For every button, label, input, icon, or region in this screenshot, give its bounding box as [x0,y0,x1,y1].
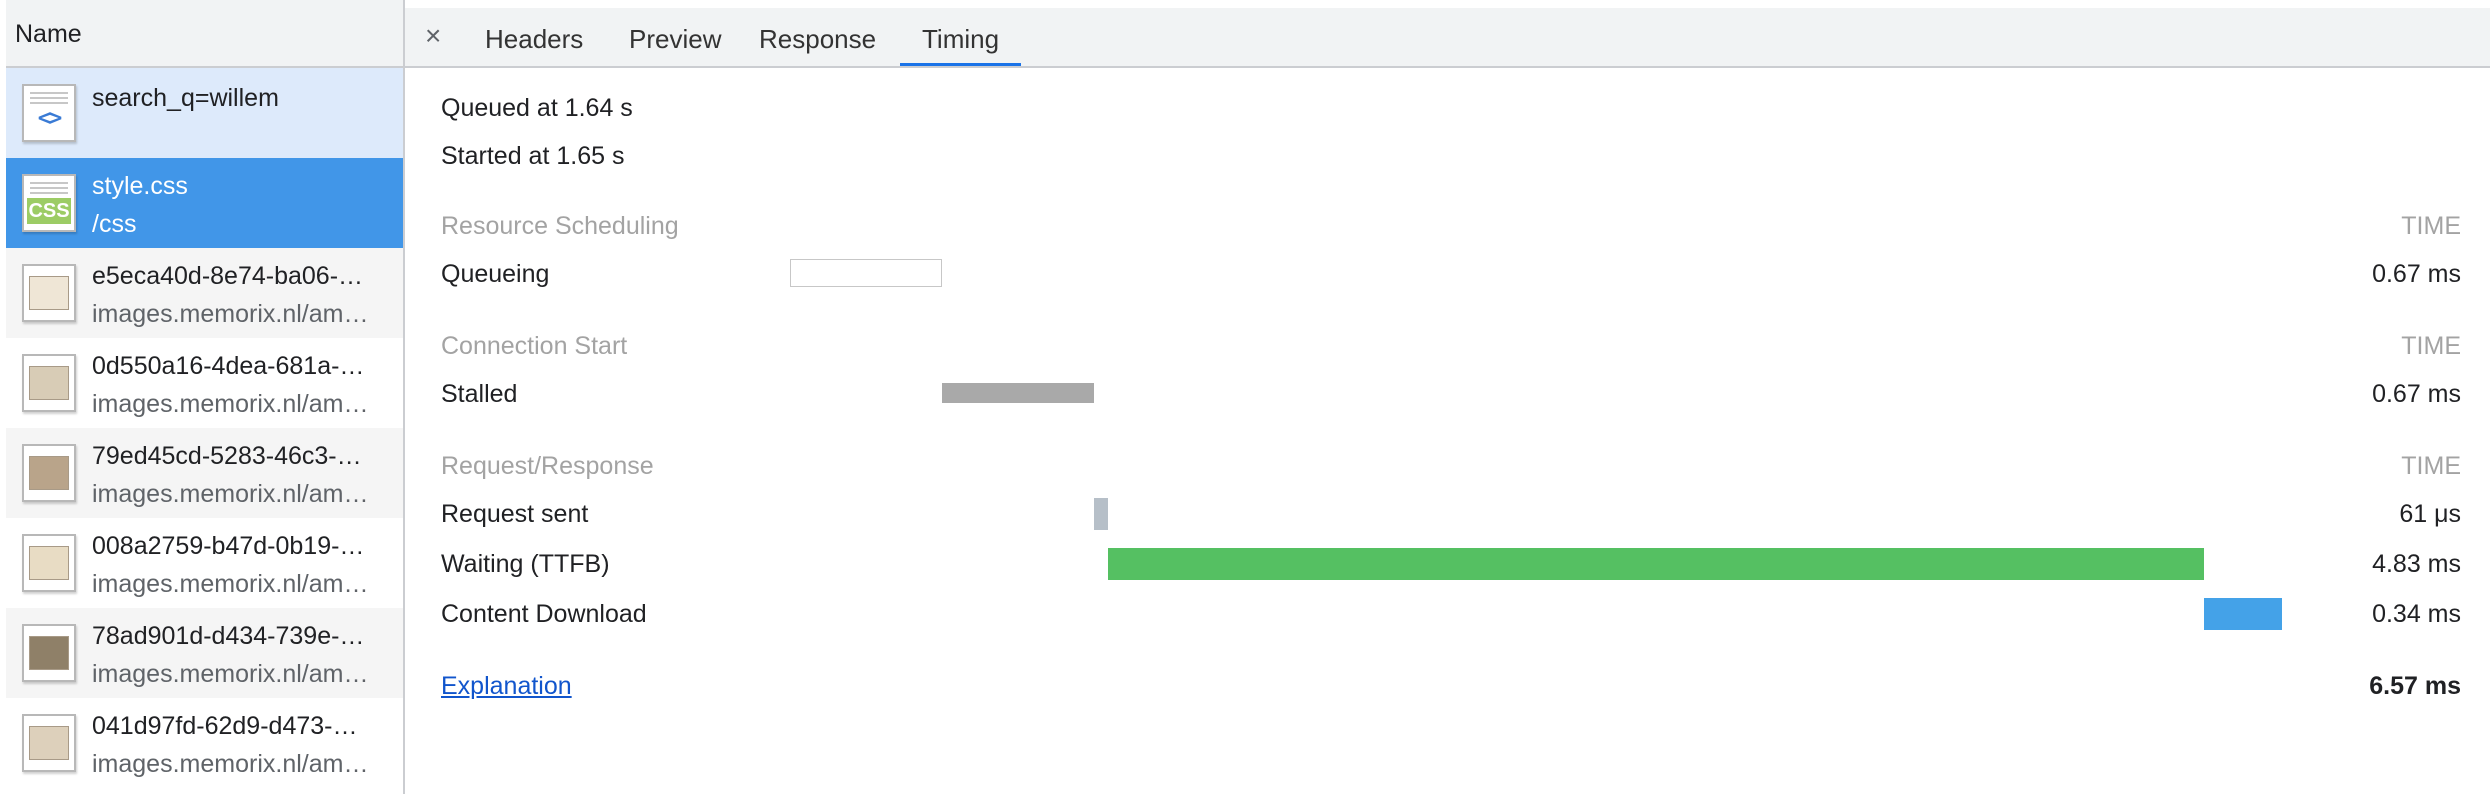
devtools-network-panel: Name <> search_q=willem CSS style.css /c… [0,0,2490,794]
time-column-header: TIME [2401,452,2461,480]
request-details-panel: × Headers Preview Response Timing Queued… [405,0,2490,794]
stalled-label: Stalled [441,380,518,408]
request-path: images.memorix.nl/am… [92,660,369,688]
image-icon [22,714,76,772]
time-column-header: TIME [2401,212,2461,240]
request-row-selected[interactable]: CSS style.css /css [6,158,403,248]
tab-headers[interactable]: Headers [463,8,605,66]
request-name: 78ad901d-d434-739e-… [92,622,365,650]
request-name: 008a2759-b47d-0b19-… [92,532,365,560]
stalled-value: 0.67 ms [2372,380,2461,408]
request-name: search_q=willem [92,84,279,112]
section-resource-scheduling: Resource Scheduling [441,212,679,240]
request-row[interactable]: 0d550a16-4dea-681a-… images.memorix.nl/a… [6,338,403,428]
request-sent-bar [1094,498,1108,530]
image-icon [22,354,76,412]
waiting-ttfb-bar [1108,548,2204,580]
request-name: 0d550a16-4dea-681a-… [92,352,365,380]
close-icon[interactable]: × [425,18,441,54]
section-connection-start: Connection Start [441,332,628,360]
image-icon [22,624,76,682]
request-path: /css [92,210,137,238]
waiting-ttfb-label: Waiting (TTFB) [441,550,610,578]
request-row[interactable]: 008a2759-b47d-0b19-… images.memorix.nl/a… [6,518,403,608]
request-sent-value: 61 μs [2399,500,2461,528]
request-path: images.memorix.nl/am… [92,480,369,508]
content-download-bar [2204,598,2282,630]
image-icon [22,264,76,322]
time-column-header: TIME [2401,332,2461,360]
section-request-response: Request/Response [441,452,654,480]
waiting-ttfb-value: 4.83 ms [2372,550,2461,578]
stalled-bar [942,383,1094,403]
content-download-value: 0.34 ms [2372,600,2461,628]
request-list: Name <> search_q=willem CSS style.css /c… [6,0,405,794]
request-row[interactable]: 79ed45cd-5283-46c3-… images.memorix.nl/a… [6,428,403,518]
content-download-label: Content Download [441,600,647,628]
request-name: 041d97fd-62d9-d473-… [92,712,358,740]
html-icon: <> [22,84,76,142]
image-icon [22,444,76,502]
image-icon [22,534,76,592]
queueing-bar [790,259,942,287]
total-time-value: 6.57 ms [2369,672,2461,700]
request-row[interactable]: 041d97fd-62d9-d473-… images.memorix.nl/a… [6,698,403,788]
name-column-header[interactable]: Name [6,0,403,68]
tab-timing[interactable]: Timing [900,8,1022,66]
request-name: style.css [92,172,188,200]
tab-response[interactable]: Response [737,8,898,66]
request-name: 79ed45cd-5283-46c3-… [92,442,362,470]
started-at-text: Started at 1.65 s [441,142,625,170]
tab-preview[interactable]: Preview [607,8,743,66]
details-tabbar: × Headers Preview Response Timing [405,8,2490,68]
request-row[interactable]: 78ad901d-d434-739e-… images.memorix.nl/a… [6,608,403,698]
request-path: images.memorix.nl/am… [92,390,369,418]
request-row[interactable]: e5eca40d-8e74-ba06-… images.memorix.nl/a… [6,248,403,338]
queueing-label: Queueing [441,260,550,288]
request-path: images.memorix.nl/am… [92,750,369,778]
explanation-link[interactable]: Explanation [441,672,572,701]
request-path: images.memorix.nl/am… [92,570,369,598]
queued-at-text: Queued at 1.64 s [441,94,633,122]
css-icon: CSS [22,174,76,232]
request-row[interactable]: <> search_q=willem [6,68,403,158]
request-path: images.memorix.nl/am… [92,300,369,328]
request-sent-label: Request sent [441,500,589,528]
queueing-value: 0.67 ms [2372,260,2461,288]
request-name: e5eca40d-8e74-ba06-… [92,262,364,290]
